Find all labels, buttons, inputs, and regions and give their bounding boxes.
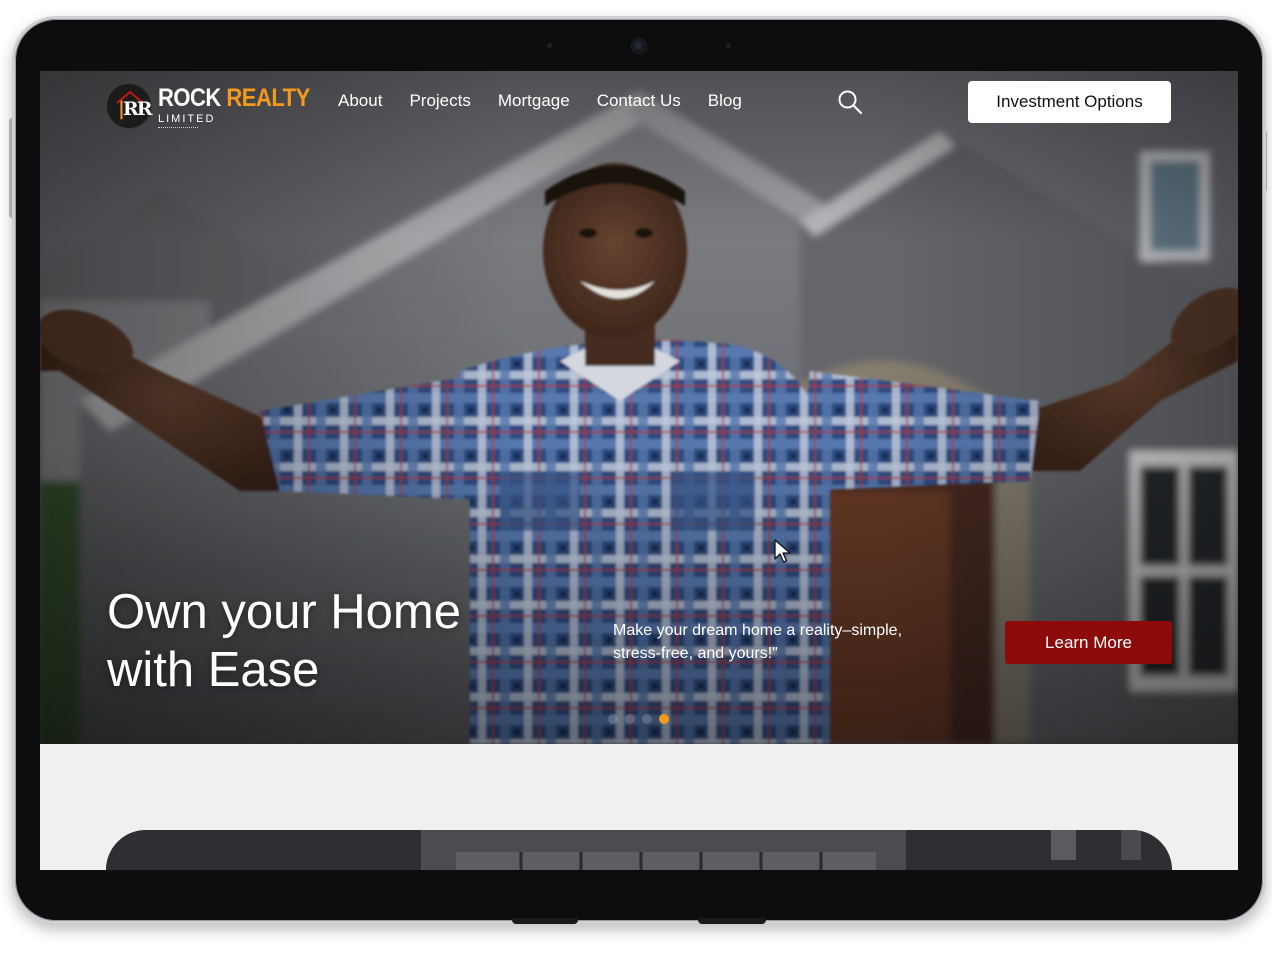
hero-title: Own your Home with Ease	[107, 583, 567, 699]
hero-section: |RR ROCK REALTY LIMITED About Projects M…	[40, 71, 1238, 744]
brand-tagline-line	[158, 127, 198, 129]
carousel-dot-4-active[interactable]	[659, 714, 669, 724]
learn-more-button[interactable]: Learn More	[1005, 621, 1172, 664]
device-sensor	[547, 43, 552, 48]
logo-mark: |RR	[106, 83, 152, 129]
main-nav: About Projects Mortgage Contact Us Blog	[338, 91, 769, 111]
tablet-screen: |RR ROCK REALTY LIMITED About Projects M…	[40, 71, 1238, 870]
investment-options-button[interactable]: Investment Options	[968, 81, 1171, 123]
nav-mortgage[interactable]: Mortgage	[498, 91, 570, 111]
nav-blog[interactable]: Blog	[708, 91, 742, 111]
carousel-dots	[608, 714, 669, 724]
brand-name-realty: REALTY	[226, 83, 310, 112]
carousel-dot-3[interactable]	[642, 714, 652, 724]
brand-name: ROCK REALTY	[158, 83, 310, 113]
featured-image	[106, 830, 1172, 870]
nav-projects[interactable]: Projects	[409, 91, 470, 111]
nav-contact-us[interactable]: Contact Us	[597, 91, 681, 111]
featured-image-card	[106, 830, 1172, 870]
device-sensor	[726, 43, 731, 48]
device-bottom-button	[698, 918, 766, 924]
brand-name-rock: ROCK	[158, 83, 221, 112]
device-camera	[631, 38, 647, 54]
hero-subtitle: Make your dream home a reality–simple, s…	[613, 622, 903, 662]
search-icon[interactable]	[837, 89, 863, 115]
nav-about[interactable]: About	[338, 91, 382, 111]
logo-initials: |RR	[118, 98, 152, 120]
device-bottom-button	[512, 918, 578, 924]
hero-title-line1: Own your Home	[107, 585, 462, 639]
carousel-dot-1[interactable]	[608, 714, 618, 724]
carousel-dot-2[interactable]	[625, 714, 635, 724]
brand-subtitle: LIMITED	[158, 113, 216, 125]
mouse-cursor-icon	[774, 539, 791, 563]
brand-logo[interactable]: |RR ROCK REALTY LIMITED	[106, 81, 310, 133]
hero-title-line2: with Ease	[107, 643, 320, 697]
